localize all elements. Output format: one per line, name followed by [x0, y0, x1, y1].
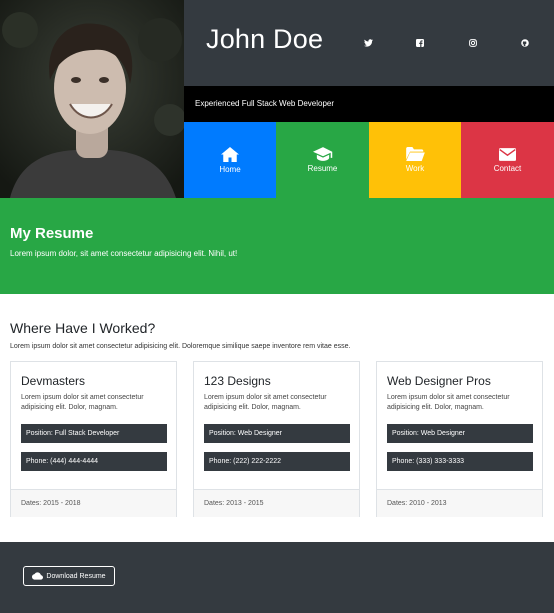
- nav-label: Resume: [307, 164, 338, 173]
- job-desc: Lorem ipsum dolor sit amet consectetur a…: [387, 394, 510, 411]
- job-desc: Lorem ipsum dolor sit amet consectetur a…: [204, 394, 327, 411]
- phone-tag: Phone: (333) 333-3333: [387, 452, 533, 471]
- graduation-cap-icon: [312, 147, 332, 161]
- nav-home[interactable]: Home: [184, 122, 276, 198]
- work-section-title: Where Have I Worked?: [10, 320, 156, 336]
- github-icon[interactable]: [518, 37, 532, 49]
- job-card: Devmasters Lorem ipsum dolor sit amet co…: [10, 361, 177, 517]
- company-name: 123 Designs: [204, 374, 271, 388]
- profile-photo: [0, 0, 184, 198]
- instagram-icon[interactable]: [466, 37, 480, 49]
- nav-label: Contact: [493, 163, 522, 173]
- dates-footer: Dates: 2010 - 2013: [377, 489, 542, 517]
- folder-icon: [405, 147, 425, 161]
- nav-contact[interactable]: Contact: [461, 122, 554, 198]
- title-bar: John Doe: [184, 0, 554, 86]
- download-label: Download Resume: [46, 572, 106, 580]
- nav-resume[interactable]: Resume: [276, 122, 369, 198]
- page-title: John Doe: [206, 24, 324, 54]
- job-card: 123 Designs Lorem ipsum dolor sit amet c…: [193, 361, 360, 517]
- cloud-download-icon: [32, 572, 44, 580]
- dates-footer: Dates: 2013 - 2015: [194, 489, 359, 517]
- position-tag: Position: Web Designer: [204, 424, 350, 443]
- phone-tag: Phone: (222) 222-2222: [204, 452, 350, 471]
- nav-work[interactable]: Work: [369, 122, 461, 198]
- nav-label: Home: [219, 164, 241, 174]
- banner-text: Lorem ipsum dolor, sit amet consectetur …: [10, 249, 238, 258]
- facebook-icon[interactable]: [413, 37, 427, 49]
- job-card: Web Designer Pros Lorem ipsum dolor sit …: [376, 361, 543, 517]
- home-icon: [221, 146, 239, 162]
- download-resume-button[interactable]: Download Resume: [23, 566, 115, 586]
- nav-label: Work: [405, 164, 425, 173]
- work-section-desc: Lorem ipsum dolor sit amet consectetur a…: [10, 343, 351, 350]
- company-name: Devmasters: [21, 374, 86, 388]
- phone-tag: Phone: (444) 444-4444: [21, 452, 167, 471]
- main-nav: Home Resume Work Contact: [184, 122, 554, 198]
- banner-title: My Resume: [10, 225, 94, 242]
- page-header: John Doe Experienced Full Stack Web Deve…: [0, 0, 554, 198]
- position-tag: Position: Full Stack Developer: [21, 424, 167, 443]
- tagline: Experienced Full Stack Web Developer: [195, 99, 335, 108]
- resume-banner: My Resume Lorem ipsum dolor, sit amet co…: [0, 198, 554, 294]
- dates-footer: Dates: 2015 - 2018: [11, 489, 176, 517]
- envelope-icon: [499, 147, 516, 161]
- job-desc: Lorem ipsum dolor sit amet consectetur a…: [21, 394, 144, 411]
- twitter-icon[interactable]: [361, 37, 375, 49]
- page-footer: Download Resume: [0, 542, 554, 613]
- company-name: Web Designer Pros: [387, 374, 491, 388]
- tagline-bar: Experienced Full Stack Web Developer: [184, 86, 554, 122]
- position-tag: Position: Web Designer: [387, 424, 533, 443]
